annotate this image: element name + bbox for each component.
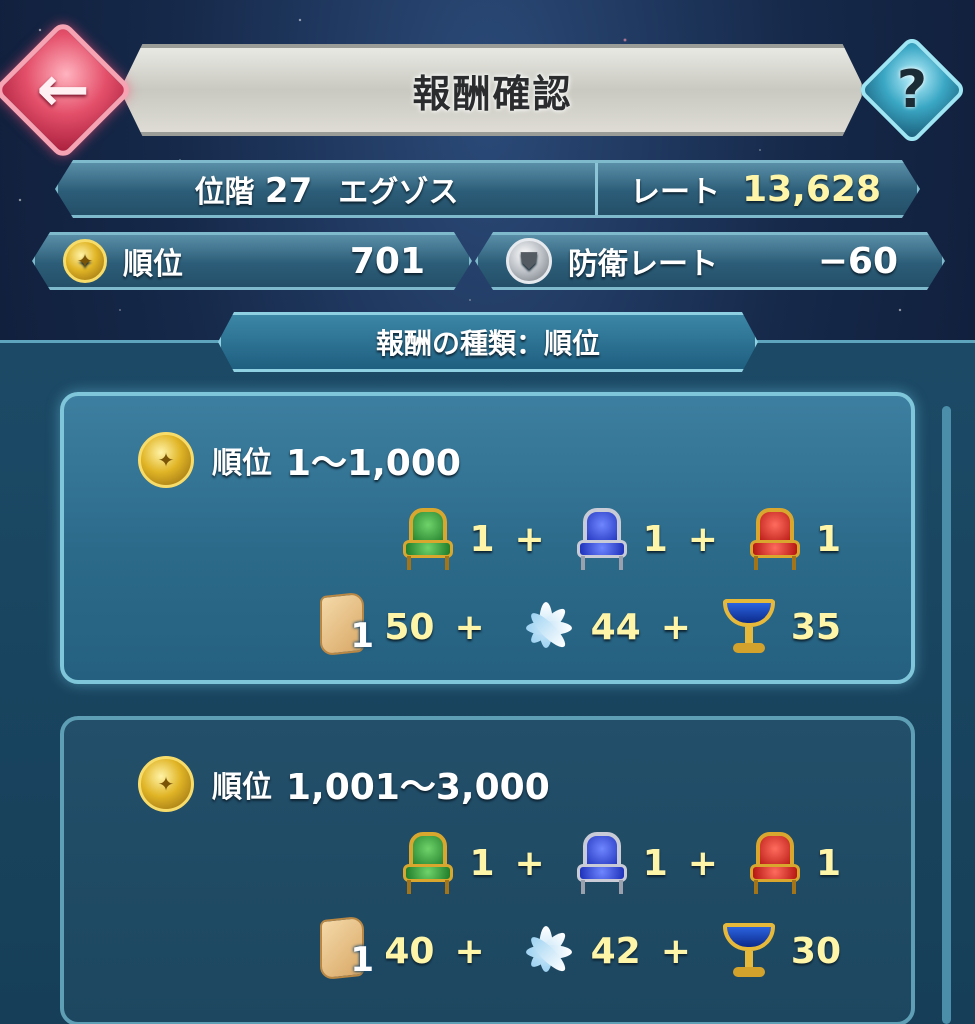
- grail-count: 35: [790, 606, 841, 648]
- red-throne-count: 1: [815, 518, 841, 560]
- back-button[interactable]: ←: [0, 19, 134, 161]
- placement-label: 順位: [123, 247, 183, 282]
- blue-throne-icon: [575, 832, 629, 894]
- page-title: 報酬確認: [412, 71, 573, 116]
- red-throne-icon: [748, 508, 802, 570]
- tier-info: 位階 27 エグゾス: [58, 163, 598, 215]
- reward-tier-card: 順位 1～1,000 1 + 1 + 1 1 50 + 44 + 35: [60, 392, 915, 684]
- plus-sign: +: [687, 842, 718, 884]
- blue-throne-count: 1: [642, 518, 668, 560]
- silver-shield-icon: [506, 238, 552, 284]
- scroll-count: 50: [384, 606, 435, 648]
- defense-rate-bar: 防衛レート −60: [475, 232, 945, 290]
- rate-info: レート 13,628: [598, 167, 917, 211]
- placement-value: 701: [349, 240, 425, 282]
- gold-medal-icon: [138, 432, 194, 488]
- green-throne-count: 1: [469, 518, 495, 560]
- defense-value: −60: [817, 240, 898, 282]
- tier-name: エグゾス: [338, 175, 459, 210]
- green-throne-count: 1: [469, 842, 495, 884]
- tier-number: 27: [264, 171, 313, 211]
- scroll-icon: 1: [320, 591, 374, 660]
- reward-tier-card: 順位 1,001～3,000 1 + 1 + 1 1 40 + 42 + 30: [60, 716, 915, 1024]
- tier-rank-range: 1～1,000: [286, 443, 461, 484]
- rate-label: レート: [630, 175, 720, 210]
- scroll-icon: 1: [320, 915, 374, 984]
- tier-rank-range: 1,001～3,000: [286, 767, 550, 808]
- rate-value: 13,628: [742, 168, 881, 210]
- plus-sign: +: [660, 930, 691, 972]
- lotus-icon: [515, 920, 577, 982]
- placement-bar: 順位 701: [32, 232, 472, 290]
- plus-sign: +: [687, 518, 718, 560]
- item-rewards-row: 1 50 + 44 + 35: [320, 591, 841, 660]
- back-arrow-icon: ←: [36, 53, 90, 127]
- plus-sign: +: [454, 930, 485, 972]
- plus-sign: +: [660, 606, 691, 648]
- tier-rank-label: 順位: [212, 446, 272, 481]
- title-banner: 報酬確認: [120, 44, 865, 136]
- reward-type-header: 報酬の種類：順位: [218, 312, 758, 372]
- red-throne-count: 1: [815, 842, 841, 884]
- question-mark-icon: ?: [896, 60, 928, 120]
- tier-rank-label: 順位: [212, 770, 272, 805]
- help-button[interactable]: ?: [856, 34, 968, 146]
- scroll-count: 40: [384, 930, 435, 972]
- red-throne-icon: [748, 832, 802, 894]
- grail-icon: [721, 597, 777, 657]
- gold-medal-icon: [138, 756, 194, 812]
- plus-sign: +: [514, 842, 545, 884]
- grail-icon: [721, 921, 777, 981]
- tier-label: 位階: [194, 175, 255, 210]
- blue-throne-icon: [575, 508, 629, 570]
- rank-info-bar: 位階 27 エグゾス レート 13,628: [55, 160, 920, 218]
- item-rewards-row: 1 40 + 42 + 30: [320, 915, 841, 984]
- lotus-count: 44: [590, 606, 641, 648]
- gold-medal-icon: [63, 239, 107, 283]
- grail-count: 30: [790, 930, 841, 972]
- lotus-icon: [515, 596, 577, 658]
- green-throne-icon: [401, 832, 455, 894]
- defense-label: 防衛レート: [568, 247, 718, 282]
- blue-throne-count: 1: [642, 842, 668, 884]
- green-throne-icon: [401, 508, 455, 570]
- throne-rewards-row: 1 + 1 + 1: [401, 832, 841, 894]
- plus-sign: +: [454, 606, 485, 648]
- lotus-count: 42: [590, 930, 641, 972]
- scrollbar[interactable]: [942, 406, 951, 1024]
- throne-rewards-row: 1 + 1 + 1: [401, 508, 841, 570]
- plus-sign: +: [514, 518, 545, 560]
